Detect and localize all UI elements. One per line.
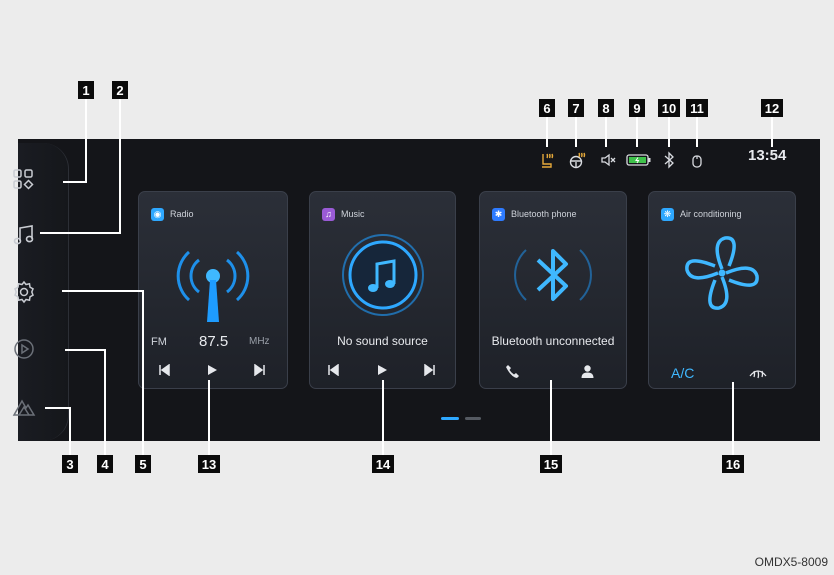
callout-15: 15 [540, 455, 562, 473]
clock-time: 13:54 [748, 147, 787, 164]
ac-app-icon: ❋ [661, 207, 674, 221]
callout-11: 11 [686, 99, 708, 117]
callout-line-9 [636, 117, 638, 147]
callout-line-2h [40, 232, 121, 234]
radio-app-icon: ◉ [151, 207, 164, 221]
callout-16: 16 [722, 455, 744, 473]
callout-13: 13 [198, 455, 220, 473]
bluetooth-status-icon [664, 151, 674, 169]
radio-frequency: 87.5 [199, 333, 229, 350]
callout-line-4 [104, 349, 106, 455]
callout-line-4h [65, 349, 106, 351]
callout-12: 12 [761, 99, 783, 117]
bluetooth-card-title: Bluetooth phone [511, 209, 577, 219]
callout-6: 6 [539, 99, 555, 117]
callout-2: 2 [112, 81, 128, 99]
ac-toggle-label[interactable]: A/C [671, 365, 694, 381]
callout-line-1 [85, 99, 87, 182]
callout-line-12 [771, 117, 773, 147]
callout-line-10 [668, 117, 670, 147]
callout-line-2 [119, 99, 121, 234]
bluetooth-status: Bluetooth unconnected [491, 334, 615, 348]
callout-line-13 [208, 380, 210, 455]
rear-defrost-icon[interactable] [748, 364, 768, 380]
music-disc-icon [342, 234, 424, 316]
callout-line-16 [732, 382, 734, 455]
fan-icon [685, 236, 759, 310]
radio-band: FM [151, 336, 167, 348]
ac-card-title: Air conditioning [680, 209, 742, 219]
music-source-status: No sound source [337, 334, 428, 348]
radio-play-icon[interactable] [206, 364, 218, 376]
music-next-icon[interactable] [424, 364, 436, 376]
callout-10: 10 [658, 99, 680, 117]
usb-mouse-icon [692, 155, 702, 168]
callout-7: 7 [568, 99, 584, 117]
radio-antenna-icon [176, 250, 250, 322]
carplay-mountain-icon[interactable] [10, 393, 38, 421]
callout-line-1h [63, 181, 87, 183]
play-circle-icon[interactable] [10, 335, 38, 363]
bluetooth-app-icon: ✱ [492, 207, 505, 221]
radio-previous-icon[interactable] [158, 364, 170, 376]
callout-line-11 [696, 117, 698, 147]
music-note-icon[interactable] [10, 221, 38, 249]
battery-charging-icon [626, 154, 651, 166]
callout-line-5h [62, 290, 144, 292]
air-conditioning-card[interactable]: ❋ Air conditioning [648, 191, 796, 389]
callout-3: 3 [62, 455, 78, 473]
phone-call-icon[interactable] [505, 364, 520, 379]
mute-icon [601, 153, 616, 167]
bluetooth-phone-card[interactable]: ✱ Bluetooth phone Bluetooth unconnected [479, 191, 627, 389]
steering-wheel-heating-icon [569, 152, 586, 169]
callout-line-3 [69, 407, 71, 455]
apps-grid-icon[interactable] [10, 166, 38, 194]
radio-card-title: Radio [170, 209, 194, 219]
callout-1: 1 [78, 81, 94, 99]
callout-8: 8 [598, 99, 614, 117]
page-indicator-active[interactable] [441, 417, 459, 420]
contacts-person-icon[interactable] [580, 364, 595, 379]
callout-line-3h [45, 407, 71, 409]
music-previous-icon[interactable] [327, 364, 339, 376]
callout-line-5 [142, 290, 144, 455]
seat-heating-icon [542, 153, 554, 168]
music-play-icon[interactable] [376, 364, 388, 376]
bluetooth-large-icon [514, 249, 592, 301]
callout-5: 5 [135, 455, 151, 473]
music-card[interactable]: ♫ Music No sound source [309, 191, 456, 389]
figure-code: OMDX5-8009 [754, 555, 828, 569]
page-indicator-inactive[interactable] [465, 417, 481, 420]
radio-unit: MHz [249, 336, 270, 347]
callout-4: 4 [97, 455, 113, 473]
callout-line-8 [605, 117, 607, 147]
radio-card[interactable]: ◉ Radio FM 87.5 MHz [138, 191, 288, 389]
callout-line-7 [575, 117, 577, 147]
music-app-icon: ♫ [322, 207, 335, 221]
callout-line-14 [382, 380, 384, 455]
callout-9: 9 [629, 99, 645, 117]
callout-14: 14 [372, 455, 394, 473]
callout-line-6 [546, 117, 548, 147]
music-card-title: Music [341, 209, 365, 219]
radio-next-icon[interactable] [254, 364, 266, 376]
settings-gear-icon[interactable] [10, 278, 38, 306]
callout-line-15 [550, 380, 552, 455]
